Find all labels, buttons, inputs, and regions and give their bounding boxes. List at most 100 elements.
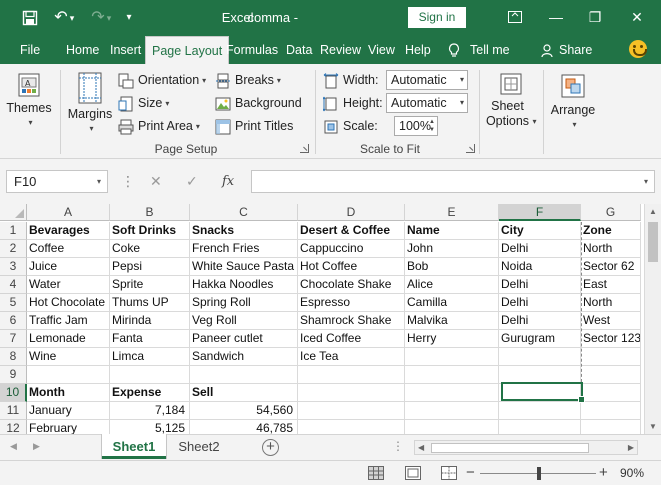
- insert-function-icon[interactable]: fx: [222, 170, 234, 193]
- tab-page-layout[interactable]: Page Layout: [145, 36, 230, 65]
- save-icon[interactable]: [16, 0, 44, 36]
- height-dropdown[interactable]: Automatic ▾: [386, 93, 468, 113]
- page-layout-view-icon[interactable]: [405, 466, 421, 480]
- page-setup-launcher-icon[interactable]: [300, 144, 309, 153]
- scroll-left-icon[interactable]: ◀: [418, 441, 424, 455]
- cell-c2[interactable]: French Fries: [190, 240, 298, 258]
- cell-d9[interactable]: [298, 366, 405, 384]
- zoom-level[interactable]: 90%: [620, 466, 644, 480]
- scroll-down-icon[interactable]: ▼: [645, 422, 661, 431]
- cell-g1[interactable]: Zone: [581, 222, 641, 240]
- cancel-icon[interactable]: ✕: [150, 170, 162, 193]
- scroll-up-icon[interactable]: ▲: [645, 207, 661, 216]
- orientation-button[interactable]: Orientation ▾: [118, 70, 206, 90]
- cell-d6[interactable]: Shamrock Shake: [298, 312, 405, 330]
- cell-d2[interactable]: Cappuccino: [298, 240, 405, 258]
- cell-c11[interactable]: 54,560: [190, 402, 298, 420]
- cell-g12[interactable]: [581, 420, 641, 434]
- formula-input[interactable]: ▾: [251, 170, 655, 193]
- cell-f12[interactable]: [499, 420, 581, 434]
- cell-d4[interactable]: Chocolate Shake: [298, 276, 405, 294]
- cell-f4[interactable]: Delhi: [499, 276, 581, 294]
- arrange-button[interactable]: Arrange ▾: [548, 72, 598, 131]
- tell-me-search[interactable]: Tell me: [442, 36, 516, 64]
- cell-e7[interactable]: Herry: [405, 330, 499, 348]
- size-button[interactable]: Size ▾: [118, 93, 169, 113]
- sheet-options-button[interactable]: Sheet Options ▾: [483, 72, 539, 129]
- cell-g6[interactable]: West: [581, 312, 641, 330]
- row-header-11[interactable]: 11: [0, 402, 27, 420]
- undo-dropdown-icon[interactable]: ▾: [66, 0, 78, 36]
- active-cell-selection[interactable]: [501, 382, 585, 403]
- cell-c5[interactable]: Spring Roll: [190, 294, 298, 312]
- row-header-5[interactable]: 5: [0, 294, 27, 312]
- row-header-12[interactable]: 12: [0, 420, 27, 434]
- column-header-c[interactable]: C: [190, 204, 298, 221]
- row-header-10[interactable]: 10: [0, 384, 27, 402]
- cell-a12[interactable]: February: [27, 420, 110, 434]
- column-header-a[interactable]: A: [27, 204, 110, 221]
- cell-c3[interactable]: White Sauce Pasta: [190, 258, 298, 276]
- background-button[interactable]: Background: [215, 93, 302, 113]
- tab-formulas[interactable]: Formulas: [220, 36, 284, 64]
- customize-toolbar-icon[interactable]: ▾: [122, 0, 136, 36]
- cell-e5[interactable]: Camilla: [405, 294, 499, 312]
- cell-e1[interactable]: Name: [405, 222, 499, 240]
- cell-f8[interactable]: [499, 348, 581, 366]
- zoom-out-button[interactable]: −: [466, 464, 475, 481]
- column-header-b[interactable]: B: [110, 204, 190, 221]
- cell-e6[interactable]: Malvika: [405, 312, 499, 330]
- cell-a5[interactable]: Hot Chocolate: [27, 294, 110, 312]
- spreadsheet-grid[interactable]: A B C D E F G 1 Bevarages Soft Drinks Snacks Desert…: [0, 204, 661, 434]
- cell-b9[interactable]: [110, 366, 190, 384]
- cell-b3[interactable]: Pepsi: [110, 258, 190, 276]
- column-header-d[interactable]: D: [298, 204, 405, 221]
- cell-e3[interactable]: Bob: [405, 258, 499, 276]
- scale-down-icon[interactable]: ▼: [429, 126, 435, 134]
- row-header-4[interactable]: 4: [0, 276, 27, 294]
- cell-b10[interactable]: Expense: [110, 384, 190, 402]
- row-header-3[interactable]: 3: [0, 258, 27, 276]
- cell-a2[interactable]: Coffee: [27, 240, 110, 258]
- cell-b11[interactable]: 7,184: [110, 402, 190, 420]
- cell-b6[interactable]: Mirinda: [110, 312, 190, 330]
- tab-review[interactable]: Review: [314, 36, 367, 64]
- vertical-scrollbar[interactable]: ▲ ▼: [644, 204, 661, 434]
- formula-bar-grip-icon[interactable]: ⋮: [121, 173, 135, 190]
- cell-g7[interactable]: Sector 123: [581, 330, 641, 348]
- cell-d1[interactable]: Desert & Coffee: [298, 222, 405, 240]
- row-header-1[interactable]: 1: [0, 222, 27, 240]
- row-header-7[interactable]: 7: [0, 330, 27, 348]
- cell-g2[interactable]: North: [581, 240, 641, 258]
- cell-b5[interactable]: Thums UP: [110, 294, 190, 312]
- cell-c8[interactable]: Sandwich: [190, 348, 298, 366]
- cell-c4[interactable]: Hakka Noodles: [190, 276, 298, 294]
- name-box[interactable]: F10 ▾: [6, 170, 108, 193]
- row-header-6[interactable]: 6: [0, 312, 27, 330]
- cell-g9[interactable]: [581, 366, 641, 384]
- row-header-8[interactable]: 8: [0, 348, 27, 366]
- scale-to-fit-launcher-icon[interactable]: [466, 144, 475, 153]
- cell-b2[interactable]: Coke: [110, 240, 190, 258]
- cell-f1[interactable]: City: [499, 222, 581, 240]
- tab-file[interactable]: File: [14, 36, 46, 64]
- redo-dropdown-icon[interactable]: ▾: [103, 0, 115, 36]
- zoom-slider-thumb[interactable]: [537, 467, 541, 480]
- cell-f6[interactable]: Delhi: [499, 312, 581, 330]
- scale-up-icon[interactable]: ▲: [429, 118, 435, 126]
- breaks-button[interactable]: Breaks ▾: [215, 70, 281, 90]
- cell-e10[interactable]: [405, 384, 499, 402]
- cell-b1[interactable]: Soft Drinks: [110, 222, 190, 240]
- select-all-button[interactable]: [0, 204, 27, 221]
- tab-insert[interactable]: Insert: [104, 36, 147, 64]
- cell-e12[interactable]: [405, 420, 499, 434]
- cell-d10[interactable]: [298, 384, 405, 402]
- cell-c1[interactable]: Snacks: [190, 222, 298, 240]
- cell-a1[interactable]: Bevarages: [27, 222, 110, 240]
- previous-sheet-icon[interactable]: ◀: [10, 441, 17, 452]
- vertical-scroll-thumb[interactable]: [648, 222, 658, 262]
- page-break-preview-icon[interactable]: [441, 466, 457, 480]
- close-button[interactable]: ✕: [622, 0, 652, 34]
- restore-button[interactable]: ❐: [580, 0, 610, 34]
- cell-g11[interactable]: [581, 402, 641, 420]
